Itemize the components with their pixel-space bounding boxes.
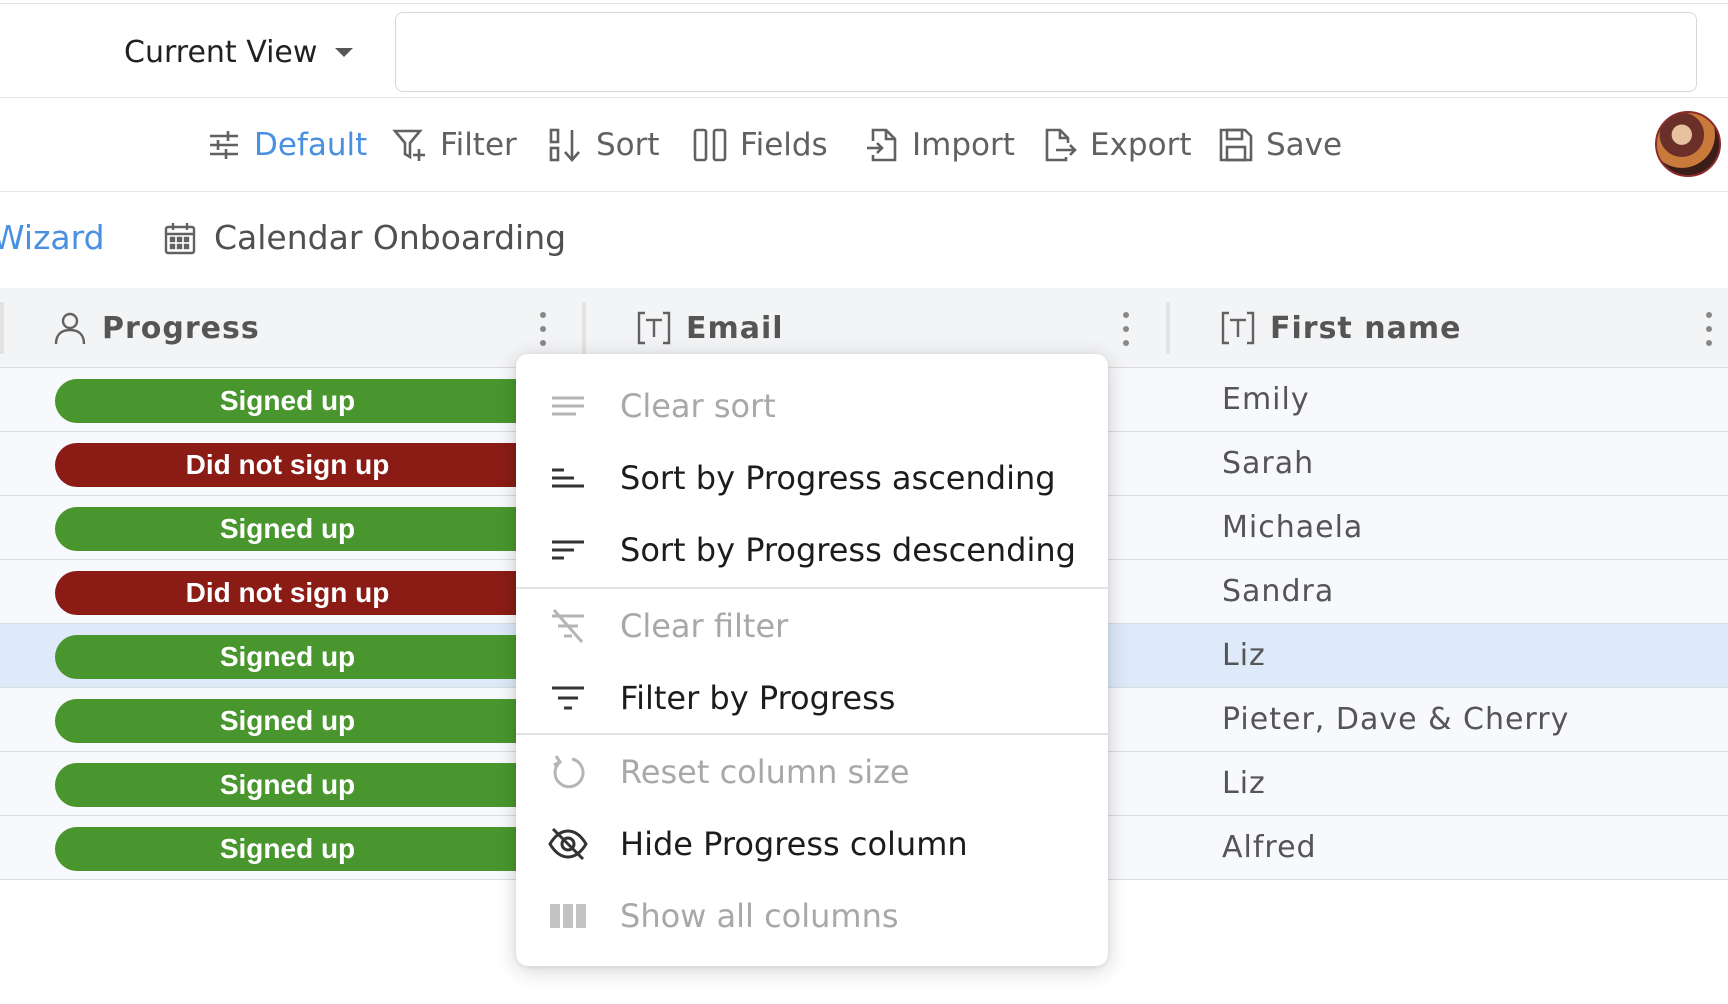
tab-calendar-onboarding[interactable]: Calendar Onboarding — [164, 218, 566, 257]
column-separator[interactable] — [0, 302, 4, 354]
filter-button[interactable]: Filter — [392, 122, 517, 168]
menu-item-label: Show all columns — [620, 897, 899, 935]
filter-off-icon — [552, 609, 584, 643]
import-label: Import — [912, 127, 1015, 163]
first-name-cell[interactable]: Michaela — [1222, 510, 1363, 545]
menu-item-label: Sort by Progress ascending — [620, 459, 1056, 497]
columns-icon — [550, 904, 586, 928]
export-button[interactable]: Export — [1042, 122, 1191, 168]
column-menu-button[interactable] — [1120, 312, 1132, 346]
column-header-label: Progress — [102, 310, 260, 346]
first-name-cell[interactable]: Emily — [1222, 382, 1310, 417]
progress-badge[interactable]: Signed up — [55, 507, 580, 551]
export-label: Export — [1090, 127, 1192, 163]
first-name-cell[interactable]: Sarah — [1222, 446, 1314, 481]
menu-item-clear-sort[interactable]: Clear sort — [516, 370, 1108, 442]
column-header-label: Email — [686, 310, 784, 346]
first-name-cell[interactable]: Alfred — [1222, 830, 1317, 865]
reset-icon — [553, 755, 585, 789]
menu-item-filter-by-progress[interactable]: Filter by Progress — [516, 662, 1108, 734]
view-tabs: Wizard Calendar Onboarding — [0, 192, 1728, 288]
column-header-first-name[interactable]: First name — [1220, 308, 1461, 348]
column-header-label: First name — [1270, 310, 1462, 346]
menu-item-label: Clear sort — [620, 387, 776, 425]
fields-button[interactable]: Fields — [692, 122, 828, 168]
eye-off-icon — [548, 827, 588, 861]
import-button[interactable]: Import — [864, 122, 1015, 168]
view-bar: Current View — [0, 4, 1728, 98]
column-separator[interactable] — [582, 302, 586, 354]
current-view-dropdown[interactable]: Current View — [124, 32, 354, 72]
progress-badge[interactable]: Did not sign up — [55, 443, 580, 487]
toolbar: Default Filter Sort Fields Import Export — [0, 98, 1728, 192]
progress-badge[interactable]: Did not sign up — [55, 571, 580, 615]
text-field-icon — [637, 311, 671, 345]
first-name-cell[interactable]: Sandra — [1222, 574, 1334, 609]
tab-calendar-label: Calendar Onboarding — [214, 218, 567, 257]
column-separator[interactable] — [1166, 302, 1170, 354]
progress-badge[interactable]: Signed up — [55, 763, 580, 807]
fields-label: Fields — [740, 127, 828, 163]
save-button[interactable]: Save — [1218, 122, 1342, 168]
menu-item-sort-ascending[interactable]: Sort by Progress ascending — [516, 442, 1108, 514]
file-export-icon — [1045, 128, 1077, 162]
clear-sort-icon — [552, 396, 584, 416]
progress-badge[interactable]: Signed up — [55, 379, 580, 423]
sort-icon — [549, 128, 580, 162]
first-name-cell[interactable]: Liz — [1222, 638, 1266, 673]
menu-item-reset-column-size[interactable]: Reset column size — [516, 736, 1108, 808]
sort-descending-icon — [552, 540, 584, 560]
calendar-icon — [164, 222, 196, 254]
filter-label: Filter — [440, 127, 517, 163]
column-menu-button[interactable] — [537, 312, 549, 346]
menu-item-label: Reset column size — [620, 753, 910, 791]
first-name-cell[interactable]: Pieter, Dave & Cherry — [1222, 702, 1569, 737]
first-name-cell[interactable]: Liz — [1222, 766, 1266, 801]
sliders-icon — [210, 131, 238, 159]
menu-divider — [516, 733, 1108, 735]
filter-lines-icon — [552, 686, 584, 710]
default-view-button[interactable]: Default — [206, 122, 367, 168]
progress-badge[interactable]: Signed up — [55, 635, 580, 679]
column-header-progress[interactable]: Progress — [52, 308, 260, 348]
view-name-input[interactable] — [395, 12, 1697, 92]
tab-wizard[interactable]: Wizard — [0, 218, 105, 257]
menu-item-sort-descending[interactable]: Sort by Progress descending — [516, 514, 1108, 586]
menu-item-label: Clear filter — [620, 607, 789, 645]
menu-item-clear-filter[interactable]: Clear filter — [516, 590, 1108, 662]
current-view-label: Current View — [124, 34, 318, 70]
menu-item-hide-column[interactable]: Hide Progress column — [516, 808, 1108, 880]
save-label: Save — [1266, 127, 1343, 163]
menu-divider — [516, 587, 1108, 589]
column-header-email[interactable]: Email — [636, 308, 784, 348]
file-import-icon — [867, 128, 897, 162]
menu-item-label: Hide Progress column — [620, 825, 968, 863]
column-context-menu: Clear sort Sort by Progress ascending So… — [516, 354, 1108, 966]
text-field-icon — [1221, 311, 1255, 345]
columns-icon — [693, 128, 727, 162]
chevron-down-icon — [335, 47, 354, 57]
menu-item-show-all-columns[interactable]: Show all columns — [516, 880, 1108, 952]
menu-item-label: Sort by Progress descending — [620, 531, 1076, 569]
sort-label: Sort — [596, 127, 660, 163]
person-icon — [54, 312, 86, 345]
column-menu-button[interactable] — [1703, 312, 1715, 346]
user-avatar[interactable] — [1655, 111, 1721, 177]
menu-item-label: Filter by Progress — [620, 679, 896, 717]
default-view-label: Default — [254, 127, 368, 163]
sort-ascending-icon — [552, 468, 584, 488]
floppy-disk-icon — [1219, 128, 1253, 162]
progress-badge[interactable]: Signed up — [55, 699, 580, 743]
sort-button[interactable]: Sort — [548, 122, 660, 168]
progress-badge[interactable]: Signed up — [55, 827, 580, 871]
filter-plus-icon — [392, 129, 425, 161]
